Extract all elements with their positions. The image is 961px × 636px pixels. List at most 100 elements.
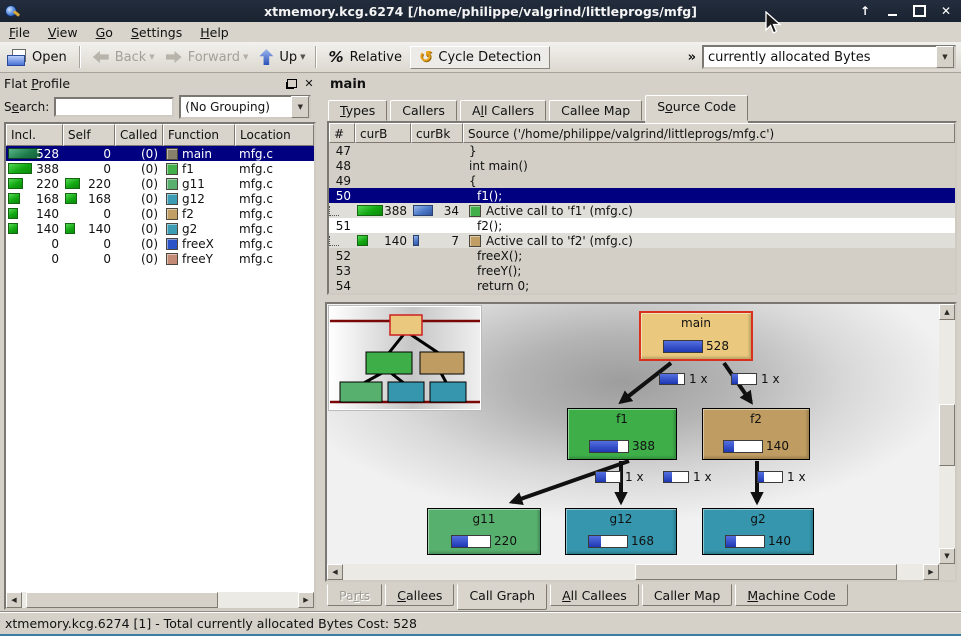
scrollbar-thumb[interactable]: [939, 404, 955, 466]
toolbar-overflow-chevron[interactable]: »: [688, 50, 696, 65]
forward-dropdown-icon[interactable]: ▼: [243, 53, 248, 61]
flat-profile-row-g11[interactable]: 220220(0)g11mfg.c: [6, 176, 314, 191]
source-call-row[interactable]: 1407Active call to 'f2' (mfg.c): [329, 233, 955, 248]
source-column-header-0[interactable]: #: [329, 123, 355, 143]
column-header-location[interactable]: Location: [235, 124, 314, 146]
scroll-left-icon[interactable]: ◀: [6, 592, 22, 608]
close-button[interactable]: ✕: [939, 4, 953, 18]
graph-edge-label-main-f2[interactable]: 1 x: [731, 372, 780, 386]
edge-cost-bar: [731, 373, 757, 385]
source-column-header-1[interactable]: curB: [355, 123, 411, 143]
graph-vscrollbar[interactable]: ▲ ▼: [939, 304, 955, 564]
event-type-combo[interactable]: currently allocated Bytes ▼: [702, 45, 956, 69]
event-type-value: currently allocated Bytes: [704, 50, 936, 65]
tab-all-callees[interactable]: All Callees: [550, 584, 639, 606]
call-graph-view[interactable]: main528 f1388 f2140 g11220 g12168 g2140 1 x 1 x…: [325, 302, 957, 582]
flat-profile-row-g2[interactable]: 140140(0)g2mfg.c: [6, 221, 314, 236]
graph-node-main[interactable]: main528: [639, 311, 753, 361]
flat-profile-row-freeX[interactable]: 00(0)freeXmfg.c: [6, 236, 314, 251]
back-dropdown-icon[interactable]: ▼: [149, 53, 154, 61]
graph-edge-label-f2-g2[interactable]: 1 x: [757, 470, 806, 484]
source-column-header-3[interactable]: Source ('/home/philippe/valgrind/littlep…: [463, 123, 955, 143]
tab-call-graph[interactable]: Call Graph: [457, 584, 547, 610]
graph-edge-label-main-f1[interactable]: 1 x: [659, 372, 708, 386]
column-header-self[interactable]: Self: [63, 124, 115, 146]
function-color-icon: [166, 208, 178, 220]
shade-button[interactable]: ↑: [858, 4, 872, 18]
scroll-right-icon[interactable]: ▶: [298, 592, 314, 608]
up-dropdown-icon[interactable]: ▼: [300, 53, 305, 61]
minimize-button[interactable]: [885, 4, 899, 18]
graph-node-g11[interactable]: g11220: [427, 508, 541, 555]
source-line-47[interactable]: 47}: [329, 143, 955, 158]
status-bar: xtmemory.kcg.6274 [1] - Total currently …: [0, 612, 961, 634]
tab-source-code[interactable]: Source Code: [645, 95, 748, 121]
graph-node-f1[interactable]: f1388: [567, 408, 677, 460]
title-bar[interactable]: xtmemory.kcg.6274 [/home/philippe/valgri…: [0, 0, 961, 22]
flat-profile-row-f1[interactable]: 3880(0)f1mfg.c: [6, 161, 314, 176]
flat-profile-row-main[interactable]: 5280(0)mainmfg.c: [6, 146, 314, 161]
maximize-button[interactable]: [912, 4, 926, 18]
scroll-left-icon[interactable]: ◀: [327, 564, 343, 580]
panel-splitter[interactable]: [316, 74, 325, 610]
graph-node-f2[interactable]: f2140: [702, 408, 810, 460]
tab-parts[interactable]: Parts: [327, 584, 382, 606]
graph-edge-label-f1-g11[interactable]: 1 x: [595, 470, 644, 484]
graph-overview-thumbnail[interactable]: [329, 306, 481, 410]
tab-caller-map[interactable]: Caller Map: [642, 584, 733, 606]
source-line-50[interactable]: 50f1();: [329, 188, 955, 203]
menu-help[interactable]: Help: [191, 23, 238, 42]
incl-cost-bar: [8, 193, 20, 204]
source-line-49[interactable]: 49{: [329, 173, 955, 188]
flat-profile-table: Incl.SelfCalledFunctionLocation 5280(0)m…: [4, 122, 316, 610]
source-line-53[interactable]: 53freeY();: [329, 263, 955, 278]
forward-button[interactable]: Forward: [160, 47, 246, 68]
column-header-incl[interactable]: Incl.: [6, 124, 63, 146]
self-cost-bar: [65, 178, 80, 189]
cycle-detection-toggle-button[interactable]: ↺ Cycle Detection: [410, 46, 550, 69]
flat-profile-row-freeY[interactable]: 00(0)freeYmfg.c: [6, 251, 314, 266]
node-label: f1: [616, 412, 628, 426]
flat-profile-row-f2[interactable]: 1400(0)f2mfg.c: [6, 206, 314, 221]
relative-toggle-button[interactable]: % Relative: [323, 45, 408, 69]
float-panel-icon[interactable]: [284, 76, 298, 90]
source-line-54[interactable]: 54return 0;: [329, 278, 955, 293]
source-column-header-2[interactable]: curBk: [411, 123, 463, 143]
grouping-combo[interactable]: (No Grouping) ▼: [179, 95, 311, 119]
menu-view[interactable]: View: [39, 23, 87, 42]
tab-all-callers[interactable]: All Callers: [460, 100, 546, 121]
search-input[interactable]: [54, 97, 174, 117]
menu-file[interactable]: File: [0, 23, 39, 42]
up-button[interactable]: Up: [253, 46, 303, 68]
scroll-right-icon[interactable]: ▶: [923, 564, 939, 580]
graph-node-g2[interactable]: g2140: [702, 508, 814, 555]
menu-settings[interactable]: Settings: [122, 23, 191, 42]
menu-go[interactable]: Go: [87, 23, 122, 42]
flat-profile-hscrollbar[interactable]: ◀ ▶: [6, 592, 314, 608]
chevron-down-icon[interactable]: ▼: [936, 46, 954, 68]
tab-callee-map[interactable]: Callee Map: [549, 100, 642, 121]
column-header-called[interactable]: Called: [115, 124, 163, 146]
source-call-row[interactable]: 38834Active call to 'f1' (mfg.c): [329, 203, 955, 218]
scroll-down-icon[interactable]: ▼: [939, 548, 955, 564]
open-button[interactable]: Open: [1, 46, 73, 68]
close-panel-icon[interactable]: ✕: [302, 76, 316, 90]
tab-types[interactable]: Types: [328, 100, 387, 121]
flat-profile-row-g12[interactable]: 168168(0)g12mfg.c: [6, 191, 314, 206]
column-header-function[interactable]: Function: [163, 124, 235, 146]
scrollbar-thumb[interactable]: [635, 564, 897, 580]
back-label: Back: [115, 50, 147, 65]
scrollbar-thumb[interactable]: [26, 592, 218, 608]
scroll-up-icon[interactable]: ▲: [939, 304, 955, 320]
graph-hscrollbar[interactable]: ◀ ▶: [327, 564, 939, 580]
tab-callers[interactable]: Callers: [390, 100, 457, 121]
back-button[interactable]: Back: [87, 47, 153, 68]
source-line-52[interactable]: 52freeX();: [329, 248, 955, 263]
chevron-down-icon[interactable]: ▼: [291, 96, 309, 118]
graph-edge-label-f1-g12[interactable]: 1 x: [663, 470, 712, 484]
source-line-48[interactable]: 48int main(): [329, 158, 955, 173]
graph-node-g12[interactable]: g12168: [565, 508, 677, 555]
source-line-51[interactable]: 51f2();: [329, 218, 955, 233]
tab-machine-code[interactable]: Machine Code: [735, 584, 847, 606]
tab-callees[interactable]: Callees: [385, 584, 454, 606]
